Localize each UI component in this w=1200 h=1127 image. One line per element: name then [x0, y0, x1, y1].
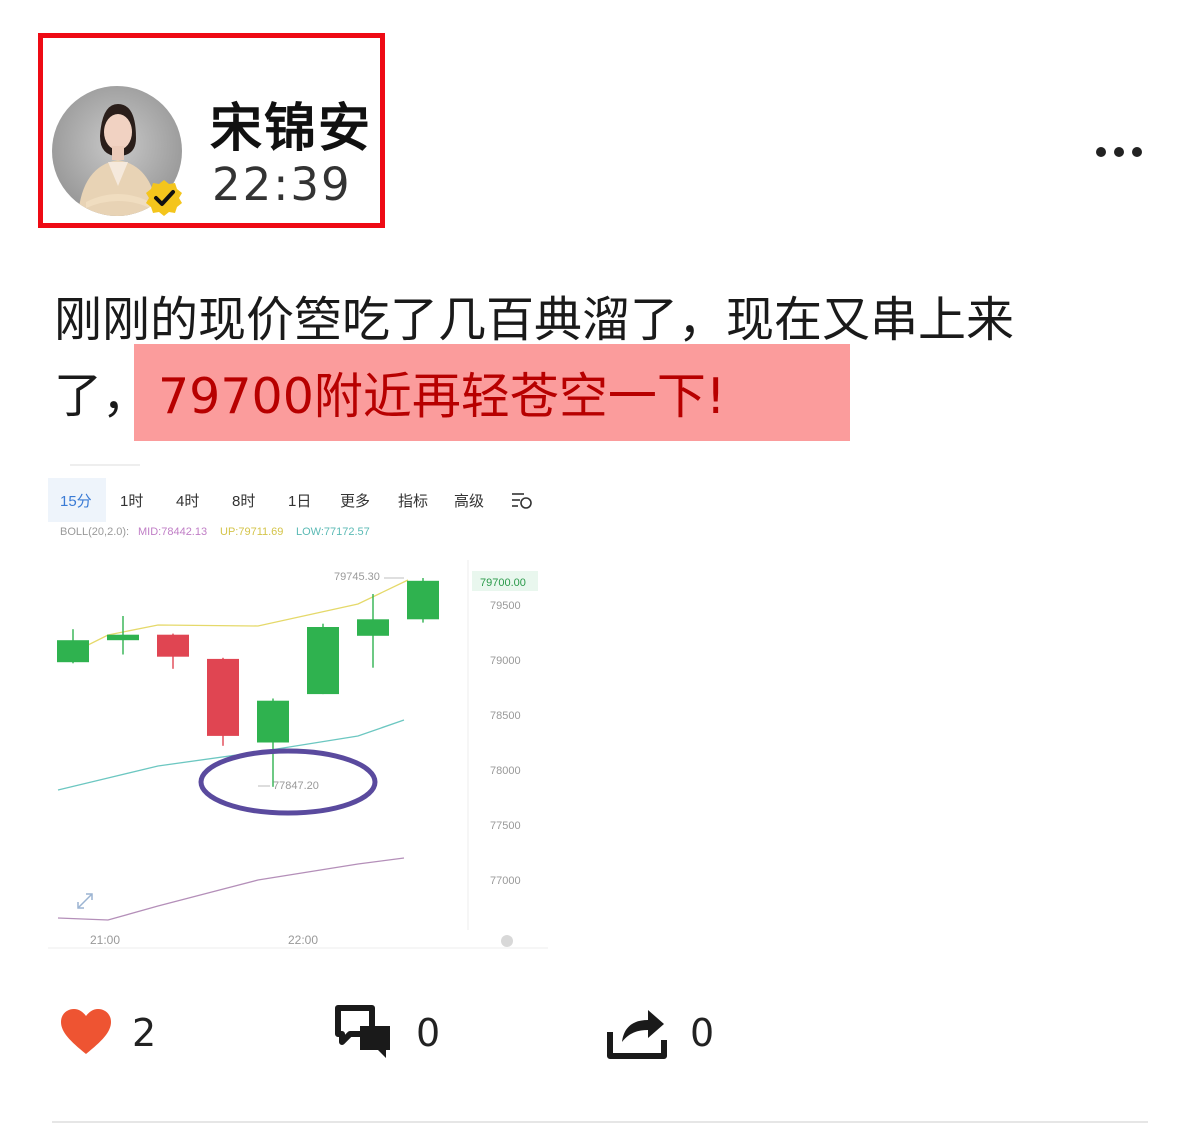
verified-badge-icon: [144, 178, 184, 218]
chart-tab[interactable]: 15分: [60, 493, 92, 510]
y-tick-label: 79500: [490, 600, 521, 612]
candle-body: [407, 580, 439, 620]
high-price-label: 79745.30: [334, 571, 380, 583]
y-tick-label: 77000: [490, 875, 521, 887]
share-icon: [607, 1010, 667, 1059]
candle-body: [357, 619, 389, 636]
boll-label: BOLL(20,2.0):: [60, 526, 129, 538]
like-count: 2: [132, 1011, 157, 1055]
chart-tab[interactable]: 1时: [120, 493, 143, 510]
divider: [52, 1121, 1148, 1123]
expand-icon: [77, 893, 93, 909]
y-tick-label: 78500: [490, 710, 521, 722]
low-price-label: 77847.20: [273, 780, 319, 792]
comment-icon: [335, 1005, 390, 1058]
chart-tab[interactable]: 指标: [398, 493, 428, 510]
chart-settings-icon: [512, 493, 532, 509]
chart-tab[interactable]: 8时: [232, 493, 255, 510]
more-dot-icon: [1132, 147, 1142, 157]
more-dot-icon: [1096, 147, 1106, 157]
share-count: 0: [690, 1011, 715, 1055]
candle-body: [207, 658, 239, 736]
boll-mid: MID:78442.13: [138, 526, 207, 538]
heart-icon: [61, 1009, 111, 1054]
candle-body: [157, 634, 189, 657]
x-tick-label: 22:00: [288, 933, 318, 947]
more-dot-icon: [1114, 147, 1124, 157]
chart-tab[interactable]: 1日: [288, 493, 311, 510]
candle-body: [257, 700, 289, 743]
y-tick-label: 79000: [490, 655, 521, 667]
chart-tab[interactable]: 高级: [454, 493, 484, 510]
y-tick-label: 77500: [490, 820, 521, 832]
y-tick-label: 78000: [490, 765, 521, 777]
kline-chart: 15分 1时 4时 8时 1日 更多 指标 高级 BOLL(20,2.0): MID:7844…: [48, 464, 548, 949]
chart-screenshot[interactable]: 15分 1时 4时 8时 1日 更多 指标 高级 BOLL(20,2.0): MID:7844…: [48, 460, 548, 952]
indicator-line: [57, 857, 405, 921]
comment-button[interactable]: [334, 1004, 396, 1064]
x-tick-label: 21:00: [90, 933, 120, 947]
boll-upper-band: [57, 579, 409, 661]
boll-up: UP:79711.69: [220, 526, 283, 538]
chart-tab[interactable]: 更多: [340, 493, 370, 510]
more-options-button[interactable]: [1096, 140, 1152, 164]
chart-tab[interactable]: 4时: [176, 493, 199, 510]
boll-low: LOW:77172.57: [296, 526, 370, 538]
current-price-label: 79700.00: [480, 577, 526, 589]
share-button[interactable]: [606, 1002, 668, 1066]
chart-close-icon: [501, 935, 513, 947]
candle-body: [307, 627, 339, 695]
post-text-line-1: 刚刚的现价箜吃了几百典溜了，现在又串上来: [54, 292, 1015, 348]
post-highlight-text: 79700附近再轻苍空一下!: [158, 368, 726, 425]
comment-count: 0: [416, 1011, 441, 1055]
candle-body: [57, 640, 89, 663]
post-time: 22:39: [212, 158, 352, 211]
candle-body: [107, 634, 139, 641]
like-button[interactable]: [60, 1008, 112, 1060]
author-name[interactable]: 宋锦安: [210, 86, 372, 161]
